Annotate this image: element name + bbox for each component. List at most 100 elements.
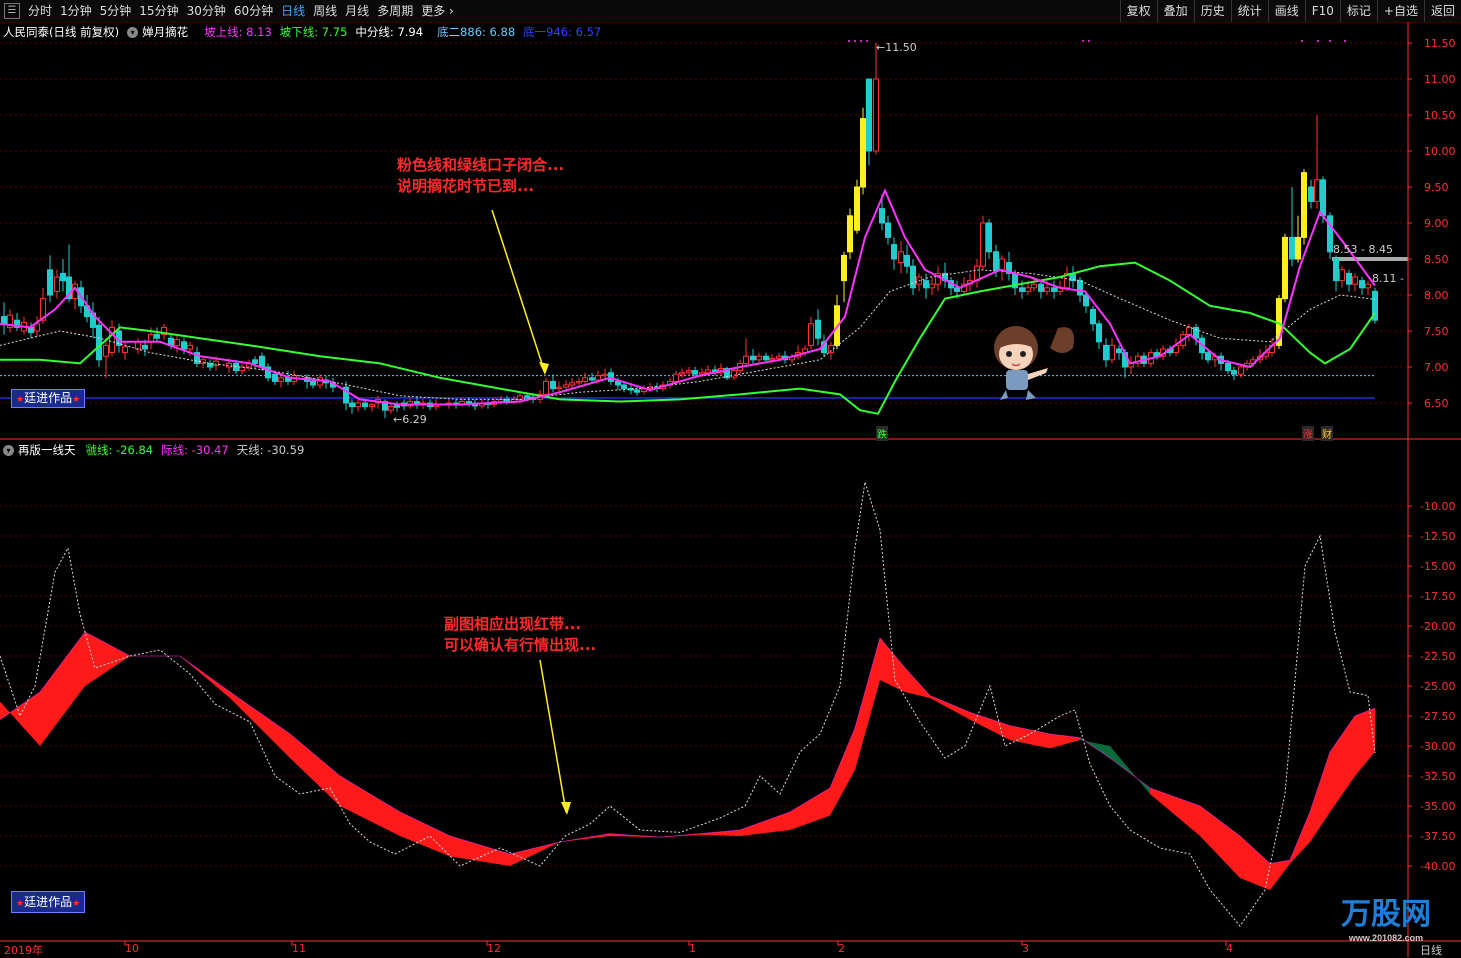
candle-body	[879, 208, 885, 224]
overlay-button[interactable]: 叠加	[1156, 0, 1194, 22]
candle-body	[1238, 366, 1244, 375]
range-label-1: 8.53 - 8.45	[1333, 243, 1393, 256]
signal-dot	[1082, 40, 1084, 42]
tab-30min[interactable]: 30分钟	[183, 0, 230, 22]
candle-body	[1352, 276, 1358, 285]
candle-body	[1077, 280, 1083, 296]
candle-body	[841, 254, 847, 282]
candle-body	[524, 395, 530, 398]
candle-body	[1289, 236, 1295, 260]
tab-1min[interactable]: 1分钟	[56, 0, 96, 22]
candle-body	[582, 377, 588, 382]
green-band-segment	[1110, 746, 1150, 794]
candle-body	[1282, 236, 1288, 300]
signal-fall: 跌	[876, 426, 888, 441]
candle-body	[1083, 294, 1089, 307]
tab-more-label: 更多	[421, 4, 446, 18]
sub-y-tick: -40.00	[1420, 860, 1455, 873]
tab-weekly[interactable]: 周线	[309, 0, 341, 22]
red-band-segment	[830, 728, 855, 816]
main-y-tick: 7.00	[1424, 361, 1449, 374]
candle-body	[148, 334, 154, 343]
period-label: 日线	[1420, 944, 1442, 957]
main-grid	[0, 40, 1408, 404]
red-band-segment	[1355, 708, 1375, 776]
period-tabs: ☰ 分时 1分钟 5分钟 15分钟 30分钟 60分钟 日线 周线 月线 多周期…	[0, 0, 458, 22]
back-button[interactable]: 返回	[1423, 0, 1461, 22]
action-buttons: 复权 叠加 历史 统计 画线 F10 标记 +自选 返回	[1119, 0, 1461, 22]
tab-fenshi[interactable]: 分时	[24, 0, 56, 22]
tab-60min[interactable]: 60分钟	[230, 0, 277, 22]
tab-monthly[interactable]: 月线	[341, 0, 373, 22]
candle-body	[362, 402, 368, 408]
low-price-value: 6.29	[402, 413, 427, 426]
red-band-segment	[855, 638, 880, 770]
candle-body	[54, 276, 60, 292]
sub-callout-line2: 可以确认有行情出现...	[444, 636, 597, 654]
candle-body	[388, 406, 394, 411]
candle-body	[1295, 236, 1301, 260]
candle-body	[731, 370, 737, 378]
sub-y-tick: -10.00	[1420, 500, 1455, 513]
x-label-2: 2	[838, 942, 845, 955]
x-axis: 2019年 10 11 12 1 2 3 4 日线	[0, 942, 1461, 957]
draw-line-button[interactable]: 画线	[1267, 0, 1305, 22]
candle-body	[181, 341, 187, 350]
author-badge-main-text: 廷进作品	[24, 391, 73, 405]
sub-y-tick: -35.00	[1420, 800, 1455, 813]
sub-y-tick: -20.00	[1420, 620, 1455, 633]
x-label-11: 11	[292, 942, 306, 955]
fuquan-button[interactable]: 复权	[1119, 0, 1157, 22]
candle-body	[615, 380, 621, 386]
axes: 11.50 11.00 10.50 10.00 9.50 9.00 8.50 8.00 7.50…	[0, 22, 1461, 957]
tab-15min[interactable]: 15分钟	[135, 0, 182, 22]
high-price-label: ←11.50	[876, 41, 917, 54]
signal-dot	[854, 40, 856, 42]
candle-body	[1339, 269, 1345, 282]
sub-y-tick: -12.50	[1420, 530, 1455, 543]
watermark-logo: 万股网 www.201082.com	[1341, 889, 1431, 943]
candle-body	[154, 334, 160, 339]
candle-body	[550, 380, 556, 390]
candle-body	[543, 380, 549, 395]
mark-button[interactable]: 标记	[1339, 0, 1377, 22]
chart-canvas[interactable]: 11.50 11.00 10.50 10.00 9.50 9.00 8.50 8.00 7.50…	[0, 22, 1461, 957]
candle-body	[763, 355, 769, 361]
signal-dot	[1088, 40, 1090, 42]
candle-body	[1096, 323, 1102, 343]
tab-5min[interactable]: 5分钟	[96, 0, 136, 22]
candle-body	[278, 377, 284, 382]
x-label-12: 12	[487, 942, 501, 955]
menu-icon[interactable]: ☰	[4, 3, 20, 19]
signal-dot	[1317, 40, 1319, 42]
sub-y-tick: -15.00	[1420, 560, 1455, 573]
period-toolbar: ☰ 分时 1分钟 5分钟 15分钟 30分钟 60分钟 日线 周线 月线 多周期…	[0, 0, 1461, 23]
candle-body	[602, 373, 608, 377]
f10-button[interactable]: F10	[1304, 0, 1340, 22]
sub-ribbon-bands	[0, 632, 1375, 890]
candle-body	[569, 382, 575, 386]
main-y-tick: 9.00	[1424, 217, 1449, 230]
star-icon: ★	[72, 395, 81, 405]
candle-body	[860, 118, 866, 188]
tab-daily[interactable]: 日线	[277, 0, 309, 22]
range-label-2: 8.11 - 8	[1372, 272, 1408, 285]
tab-more[interactable]: 更多 ›	[417, 0, 458, 22]
main-y-tick: 9.50	[1424, 181, 1449, 194]
red-band-segment	[1270, 860, 1290, 890]
candle-body	[769, 357, 775, 361]
sub-callout-line1: 副图相应出现红带...	[444, 615, 582, 633]
tab-multi-period[interactable]: 多周期	[373, 0, 417, 22]
stats-button[interactable]: 统计	[1230, 0, 1268, 22]
watermark-brand: 万股网	[1341, 898, 1431, 931]
history-button[interactable]: 历史	[1193, 0, 1231, 22]
red-band-segment	[880, 638, 905, 692]
add-watchlist-button[interactable]: +自选	[1376, 0, 1424, 22]
signal-rise: 涨	[1302, 426, 1314, 441]
low-price-label: ←6.29	[393, 413, 427, 426]
candle-body	[885, 222, 891, 238]
x-label-1: 1	[689, 942, 696, 955]
candle-body	[854, 186, 860, 231]
sub-y-tick: -17.50	[1420, 590, 1455, 603]
author-badge-main: ★廷进作品★	[11, 389, 86, 408]
